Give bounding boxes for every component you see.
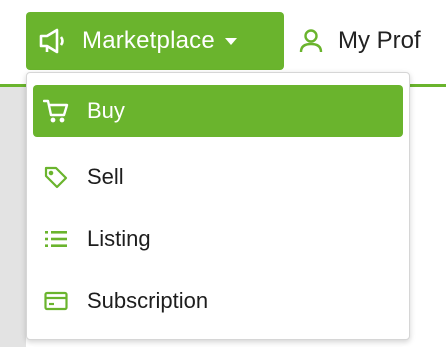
menu-item-label: Sell <box>87 164 124 189</box>
my-profile-link[interactable]: My Prof <box>298 12 421 70</box>
tag-icon <box>43 164 69 190</box>
menu-item-label: Buy <box>87 98 125 123</box>
marketplace-menu-button[interactable]: Marketplace <box>26 12 284 70</box>
list-icon <box>43 226 69 252</box>
card-icon <box>43 288 69 314</box>
menu-item-subscription[interactable]: Subscription <box>33 275 403 327</box>
background-panel <box>0 87 26 347</box>
menu-item-label: Subscription <box>87 288 209 313</box>
screen: Marketplace My Prof Buy Sell Listing Sub… <box>0 0 446 347</box>
menu-item-listing[interactable]: Listing <box>33 213 403 265</box>
marketplace-dropdown-menu: Buy Sell Listing Subscription <box>26 72 410 340</box>
my-profile-label: My Prof <box>338 27 421 54</box>
megaphone-icon <box>38 26 68 56</box>
menu-item-label: Listing <box>87 226 151 251</box>
menu-item-sell[interactable]: Sell <box>33 151 403 203</box>
marketplace-label: Marketplace <box>82 27 215 54</box>
user-icon <box>298 28 324 54</box>
caret-down-icon <box>224 37 237 45</box>
cart-icon <box>43 98 69 124</box>
menu-item-buy[interactable]: Buy <box>33 85 403 137</box>
background-panel-right <box>410 87 446 347</box>
